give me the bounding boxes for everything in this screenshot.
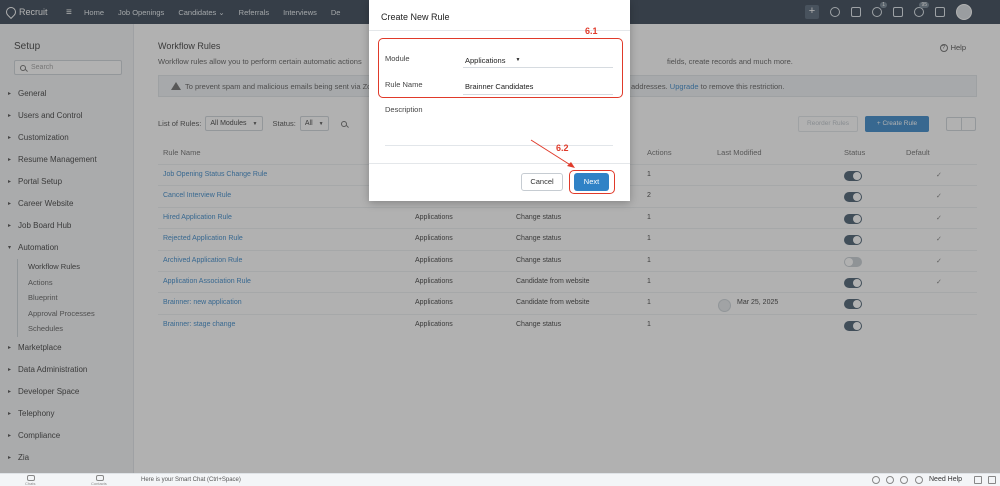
contacts-caption: Contacts [91, 481, 107, 486]
notification-bell-icon[interactable] [872, 476, 880, 484]
annotation-box-step-6-2 [569, 170, 615, 194]
dialog-footer-divider [369, 163, 630, 164]
chats-caption: Chats [25, 481, 36, 486]
cancel-button[interactable]: Cancel [521, 173, 563, 191]
image-icon[interactable] [974, 476, 982, 484]
annotation-box-step-6-1 [378, 38, 623, 98]
history-icon[interactable] [900, 476, 908, 484]
annotation-label-step-6-2: 6.2 [556, 143, 569, 153]
help-icon[interactable] [915, 476, 923, 484]
grid-icon[interactable] [988, 476, 996, 484]
reminder-icon[interactable] [886, 476, 894, 484]
annotation-label-step-6-1: 6.1 [585, 26, 598, 36]
description-textarea[interactable] [385, 145, 613, 146]
description-field-label: Description [385, 105, 423, 114]
smart-chat-input[interactable]: Here is your Smart Chat (Ctrl+Space) [141, 477, 241, 483]
bottom-bar: Chats Contacts Here is your Smart Chat (… [0, 473, 1000, 486]
dialog-title: Create New Rule [381, 12, 450, 22]
need-help-link[interactable]: Need Help [929, 476, 962, 483]
